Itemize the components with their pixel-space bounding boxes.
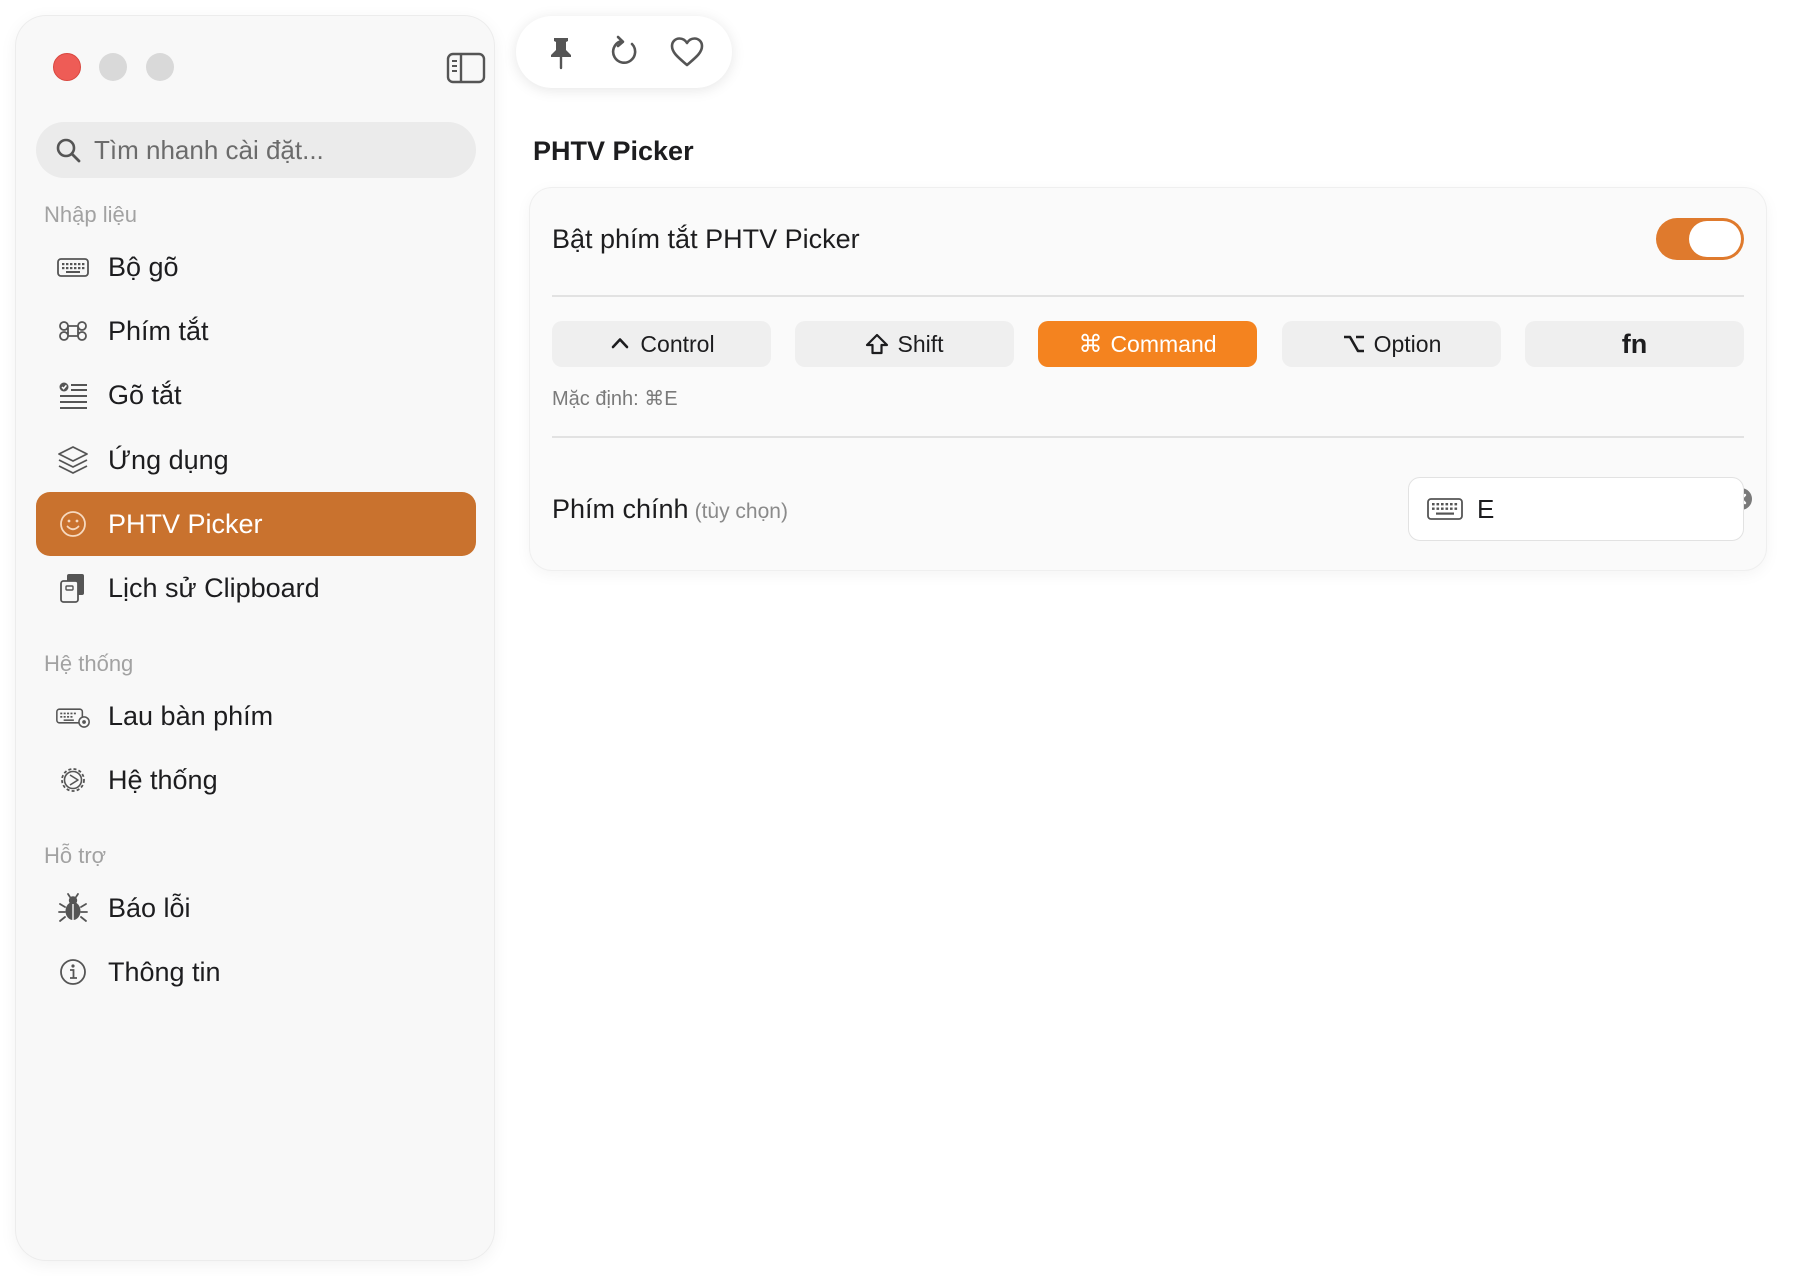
sidebar-item-label: Lịch sử Clipboard [108,572,320,603]
keyboard-icon [56,250,90,284]
divider [552,436,1744,438]
main-key-value: E [1477,493,1495,524]
keyboard-clean-icon [56,699,90,733]
modifier-option-button[interactable]: Option [1282,321,1501,367]
sidebar-item-phtv-picker[interactable]: PHTV Picker [36,492,476,556]
command-icon [56,314,90,348]
modifier-label: fn [1621,328,1648,359]
search-placeholder: Tìm nhanh cài đặt... [94,134,324,165]
zoom-window-button[interactable] [146,53,174,81]
minimize-window-button[interactable] [99,53,127,81]
toggle-label: Bật phím tắt PHTV Picker [552,224,860,254]
section-header-system: Hệ thống [44,651,134,676]
sidebar-item-label: Phím tắt [108,315,209,346]
page-title: PHTV Picker [533,136,694,166]
sidebar-item-text-shortcuts[interactable]: Gõ tắt [36,363,476,427]
sidebar-toggle-icon[interactable] [446,52,486,84]
main-key-row: Phím chính (tùy chọn) [552,494,788,525]
info-icon [56,955,90,989]
option-icon [1342,332,1366,356]
shift-icon [865,332,889,356]
search-icon [56,138,81,163]
stack-icon [56,443,90,477]
modifier-label: Control [640,330,715,357]
search-field[interactable]: Tìm nhanh cài đặt... [36,122,476,178]
sidebar-item-label: Bộ gõ [108,251,179,282]
default-shortcut-note: Mặc định: ⌘E [552,388,678,410]
modifier-control-button[interactable]: Control [552,321,771,367]
command-icon: ⌘ [1078,330,1103,358]
sidebar-item-about[interactable]: Thông tin [36,940,476,1004]
sidebar-item-label: PHTV Picker [108,508,263,539]
heart-icon[interactable] [667,32,707,72]
section-header-support: Hỗ trợ [44,843,107,868]
section-header-input: Nhập liệu [44,202,137,227]
control-icon [608,332,632,356]
modifier-fn-button[interactable]: fn [1525,321,1744,367]
sidebar-item-label: Ứng dụng [108,444,229,475]
toggle-knob [1689,221,1741,257]
modifier-command-button[interactable]: ⌘ Command [1038,321,1257,367]
sidebar-item-label: Báo lỗi [108,892,191,923]
sidebar-item-label: Lau bàn phím [108,700,274,731]
sidebar-item-input-method[interactable]: Bộ gõ [36,235,476,299]
toolbar [516,16,732,88]
sidebar-item-clipboard-history[interactable]: Lịch sử Clipboard [36,556,476,620]
pin-icon[interactable] [541,32,581,72]
bug-icon [56,891,90,925]
sidebar-item-bug-report[interactable]: Báo lỗi [36,876,476,940]
smiley-icon [56,507,90,541]
modifier-label: Shift [897,330,944,357]
clipboard-icon [56,571,90,605]
gear-icon [56,763,90,797]
sidebar-item-label: Hệ thống [108,764,218,795]
enable-picker-toggle[interactable] [1656,218,1744,260]
sidebar-item-label: Gõ tắt [108,379,182,410]
sidebar-item-apps[interactable]: Ứng dụng [36,428,476,492]
main-key-label: Phím chính [552,494,689,524]
divider [552,295,1744,297]
text-list-icon [56,378,90,412]
modifier-label: Option [1373,330,1442,357]
sidebar-item-shortcuts[interactable]: Phím tắt [36,299,476,363]
main-key-field[interactable]: E [1408,477,1744,541]
sidebar-item-clean-keyboard[interactable]: Lau bàn phím [36,684,476,748]
optional-hint: (tùy chọn) [694,500,788,523]
keyboard-icon [1427,498,1463,520]
modifier-label: Command [1110,330,1217,357]
sidebar-item-system[interactable]: Hệ thống [36,748,476,812]
sidebar-item-label: Thông tin [108,956,221,987]
refresh-icon[interactable] [604,32,644,72]
close-window-button[interactable] [53,53,81,81]
settings-window: Tìm nhanh cài đặt... Nhập liệu Bộ gõ Phí… [0,0,1800,1276]
modifier-shift-button[interactable]: Shift [795,321,1014,367]
